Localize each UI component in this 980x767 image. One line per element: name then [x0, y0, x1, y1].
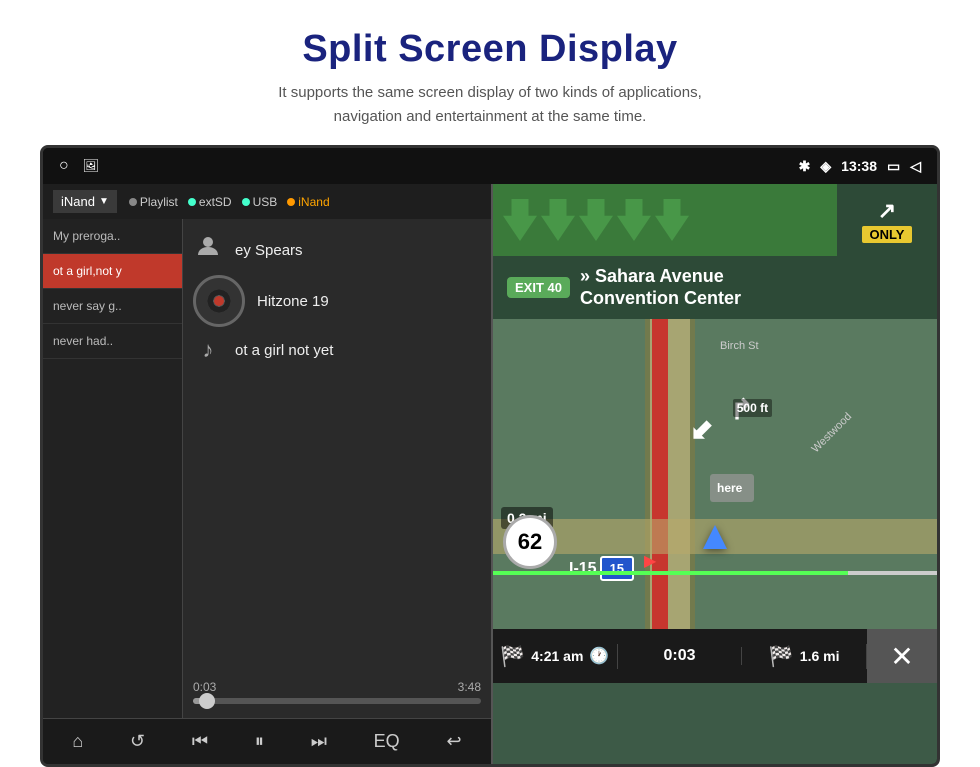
track-info: ey Spears Hitzone 19 ♪ ot a girl [193, 235, 481, 363]
back-button[interactable]: ↩ [438, 727, 469, 756]
home-button[interactable]: ⌂ [64, 727, 91, 756]
source-dropdown-label: iNand [61, 194, 95, 209]
source-inand[interactable]: iNand [287, 195, 329, 209]
status-time: 13:38 [841, 158, 877, 174]
status-right: ✱ ◈ 13:38 ▭ ◁ [799, 158, 921, 175]
down-arrow-5 [655, 199, 689, 241]
bluetooth-icon: ✱ [799, 158, 811, 175]
location-icon: ◈ [820, 158, 831, 175]
back-icon: ◁ [910, 158, 921, 175]
playlist-item-2[interactable]: never say g.. [43, 289, 182, 324]
playlist-sidebar: My preroga.. ot a girl,not y never say g… [43, 219, 183, 718]
prev-button[interactable]: ⏮ [184, 727, 216, 756]
down-arrow-3 [579, 199, 613, 241]
nav-only-box: ↗ ONLY [837, 184, 937, 256]
music-body: My preroga.. ot a girl,not y never say g… [43, 219, 491, 718]
nav-map-area: Birch St Westwood here ⬋ ↱ 500 ft 0.2 mi… [493, 319, 937, 629]
controls-bar: ⌂ ↺ ⏮ ⏸ ⏭ EQ ↩ [43, 718, 491, 764]
source-bar: iNand ▼ Playlist extSD USB iNand [43, 184, 491, 219]
speed-badge: 62 [503, 515, 557, 569]
highway-badge: I-15 15 [569, 556, 634, 581]
dot-usb [242, 198, 250, 206]
nav-direction-arrow: ▶ [644, 551, 656, 571]
source-options: Playlist extSD USB iNand [129, 195, 330, 209]
page-subtitle: It supports the same screen display of t… [0, 81, 980, 129]
status-left: ○ 🖼 [59, 157, 99, 175]
source-playlist[interactable]: Playlist [129, 195, 178, 209]
down-arrow-2 [541, 199, 575, 241]
map-svg: Birch St Westwood here ⬋ ↱ [493, 319, 937, 629]
music-panel: iNand ▼ Playlist extSD USB iNand [43, 184, 493, 764]
repeat-button[interactable]: ↺ [122, 727, 153, 756]
image-icon: 🖼 [83, 158, 100, 174]
down-arrow-1 [503, 199, 537, 241]
clock-icon: 🕐 [589, 646, 609, 666]
window-icon: ▭ [887, 158, 900, 175]
exit-badge: EXIT 40 [507, 277, 570, 298]
source-usb[interactable]: USB [242, 195, 278, 209]
svg-text:Birch St: Birch St [720, 340, 759, 352]
svg-text:⬋: ⬋ [690, 414, 713, 445]
music-note-icon: ♪ [193, 337, 223, 363]
distance-feet: 500 ft [733, 399, 772, 417]
nav-top-strip: ↗ ONLY [493, 184, 937, 256]
progress-section: 0:03 3:48 [193, 672, 481, 708]
source-dropdown[interactable]: iNand ▼ [53, 190, 117, 213]
disc-center [214, 296, 224, 306]
artist-row: ey Spears [193, 235, 481, 265]
eq-button[interactable]: EQ [366, 727, 408, 756]
progress-bar[interactable] [193, 698, 481, 704]
exit-text: » Sahara AvenueConvention Center [580, 266, 741, 309]
nav-green-arrows [493, 184, 837, 256]
only-arrow-icon: ↗ [878, 198, 896, 224]
split-container: iNand ▼ Playlist extSD USB iNand [43, 184, 937, 764]
nav-dist: 🏁 1.6 mi [742, 644, 867, 669]
eta-time: 4:21 am [531, 648, 583, 664]
nav-exit-banner: EXIT 40 » Sahara AvenueConvention Center [493, 256, 937, 319]
playlist-item-1[interactable]: ot a girl,not y [43, 254, 182, 289]
nav-bottom-bar: 🏁 4:21 am 🕐 0:03 🏁 1.6 mi ✕ [493, 629, 937, 683]
progress-thumb[interactable] [199, 693, 215, 709]
down-arrow-4 [617, 199, 651, 241]
pause-button[interactable]: ⏸ [247, 727, 272, 756]
next-button[interactable]: ⏭ [303, 727, 335, 756]
track-row: ♪ ot a girl not yet [193, 337, 481, 363]
person-icon [193, 235, 223, 265]
dot-inand [287, 198, 295, 206]
playlist-item-3[interactable]: never had.. [43, 324, 182, 359]
disc-icon [193, 275, 245, 327]
nav-eta: 🏁 4:21 am 🕐 [493, 644, 618, 669]
svg-text:here: here [717, 481, 743, 495]
time-total: 3:48 [458, 680, 481, 694]
home-circle-icon: ○ [59, 157, 69, 175]
track-name: ot a girl not yet [235, 342, 333, 359]
nav-car-icon [703, 525, 727, 549]
dot-extsd [188, 198, 196, 206]
dropdown-chevron-icon: ▼ [99, 196, 109, 207]
checkered-flag-start-icon: 🏁 [500, 644, 525, 669]
nav-distance: 1.6 mi [800, 648, 840, 664]
album-row: Hitzone 19 [193, 275, 481, 327]
dot-playlist [129, 198, 137, 206]
page-title: Split Screen Display [0, 28, 980, 71]
time-current: 0:03 [193, 680, 216, 694]
nav-close-button[interactable]: ✕ [867, 629, 937, 683]
playlist-item-0[interactable]: My preroga.. [43, 219, 182, 254]
source-extsd[interactable]: extSD [188, 195, 232, 209]
only-label: ONLY [862, 226, 913, 243]
checkered-flag-end-icon: 🏁 [769, 644, 794, 669]
artist-name: ey Spears [235, 242, 303, 259]
nav-panel: ↗ ONLY EXIT 40 » Sahara AvenueConvention… [493, 184, 937, 764]
device-frame: ○ 🖼 ✱ ◈ 13:38 ▭ ◁ iNand ▼ Playlist [40, 145, 940, 767]
highway-shield: 15 [600, 556, 634, 581]
nav-progress-line [493, 571, 937, 575]
album-name: Hitzone 19 [257, 293, 329, 310]
player-main: ey Spears Hitzone 19 ♪ ot a girl [183, 219, 491, 718]
status-bar: ○ 🖼 ✱ ◈ 13:38 ▭ ◁ [43, 148, 937, 184]
page-header: Split Screen Display It supports the sam… [0, 0, 980, 145]
progress-times: 0:03 3:48 [193, 680, 481, 694]
nav-duration: 0:03 [618, 647, 743, 665]
